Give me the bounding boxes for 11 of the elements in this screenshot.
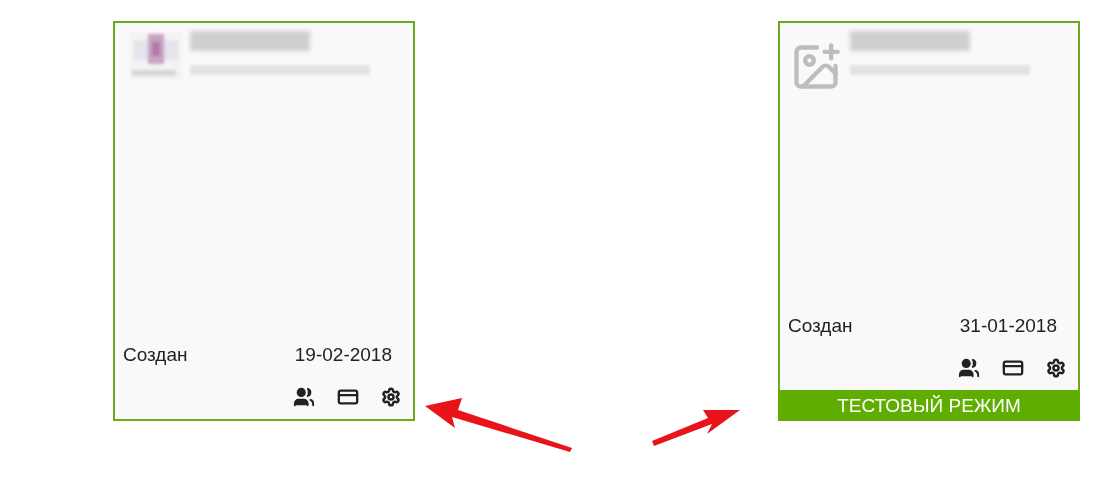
users-icon[interactable] xyxy=(958,357,980,379)
created-date: 19-02-2018 xyxy=(294,342,392,367)
settings-icon[interactable] xyxy=(1046,358,1066,378)
credit-card-icon[interactable] xyxy=(1002,357,1024,379)
settings-icon[interactable] xyxy=(381,387,401,407)
created-label: Создан xyxy=(788,313,853,338)
users-icon[interactable] xyxy=(293,386,315,408)
created-date: 31-01-2018 xyxy=(959,313,1057,338)
created-label: Создан xyxy=(123,342,188,367)
test-mode-banner: ТЕСТОВЫЙ РЕЖИМ xyxy=(778,390,1080,421)
credit-card-icon[interactable] xyxy=(337,386,359,408)
